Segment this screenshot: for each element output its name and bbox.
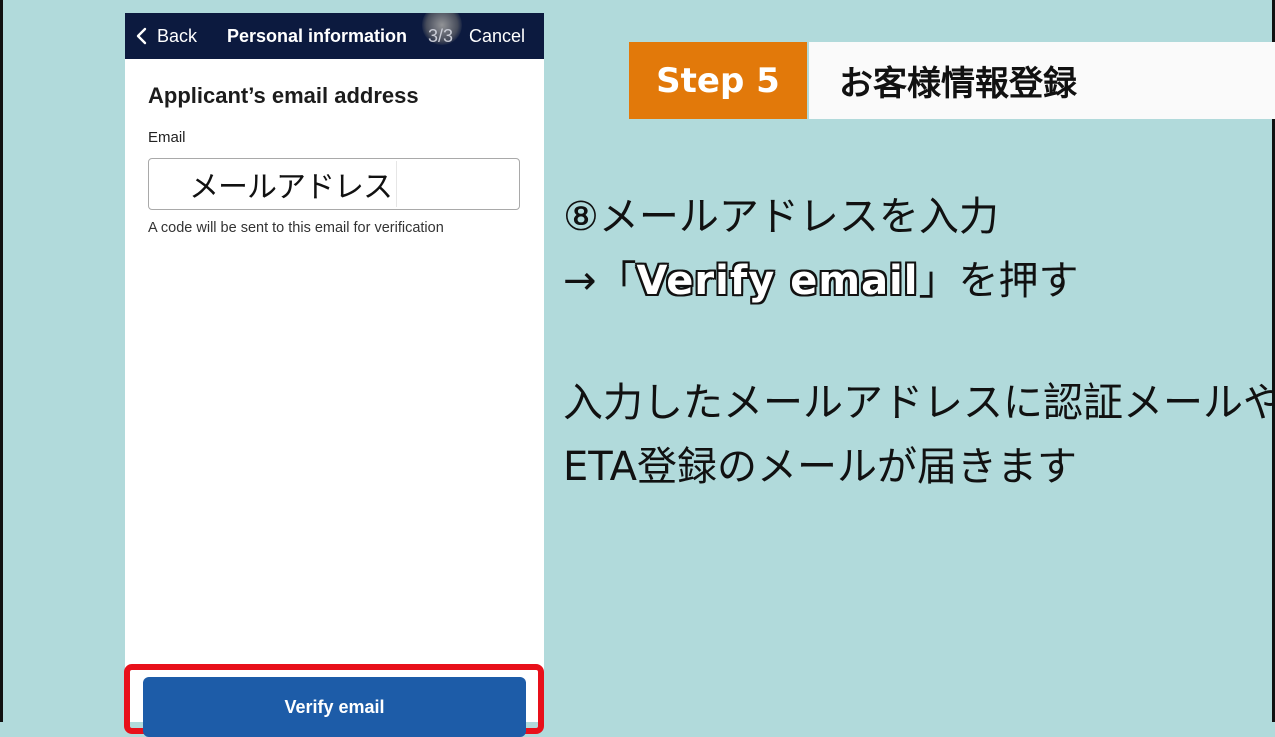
email-label: Email <box>148 129 186 146</box>
instruction-line-4: ETA登録のメールが届きます <box>563 444 1077 490</box>
step-badge: Step 5 <box>629 42 807 119</box>
step-indicator: 3/3 <box>428 25 454 46</box>
phone-screen: Back Personal information 3/3 Cancel App… <box>125 13 544 722</box>
verify-email-button[interactable]: Verify email <box>143 677 526 737</box>
navigation-bar: Back Personal information 3/3 Cancel <box>125 13 544 59</box>
left-frame-border <box>0 0 3 722</box>
email-field[interactable]: メールアドレス <box>148 158 520 210</box>
email-field-value: メールアドレス <box>151 161 397 207</box>
instruction-line-1: ⑧メールアドレスを入力 <box>563 194 999 240</box>
instruction-button-name: Verify email <box>636 258 919 304</box>
instruction-line-2: →「Verify email」を押す <box>563 248 1078 306</box>
chevron-left-icon <box>136 27 147 45</box>
back-button[interactable]: Back <box>133 13 197 59</box>
section-title: Applicant’s email address <box>148 83 419 108</box>
email-hint: A code will be sent to this email for ve… <box>148 220 444 236</box>
step-title: お客様情報登録 <box>809 42 1275 119</box>
back-label: Back <box>157 25 198 46</box>
instruction-line-2-prefix: →「 <box>563 258 637 304</box>
instruction-line-2-suffix: 」を押す <box>918 258 1079 304</box>
cancel-button[interactable]: Cancel <box>469 13 525 59</box>
page-title: Personal information <box>227 25 408 46</box>
instruction-line-3: 入力したメールアドレスに認証メールや <box>563 380 1275 426</box>
